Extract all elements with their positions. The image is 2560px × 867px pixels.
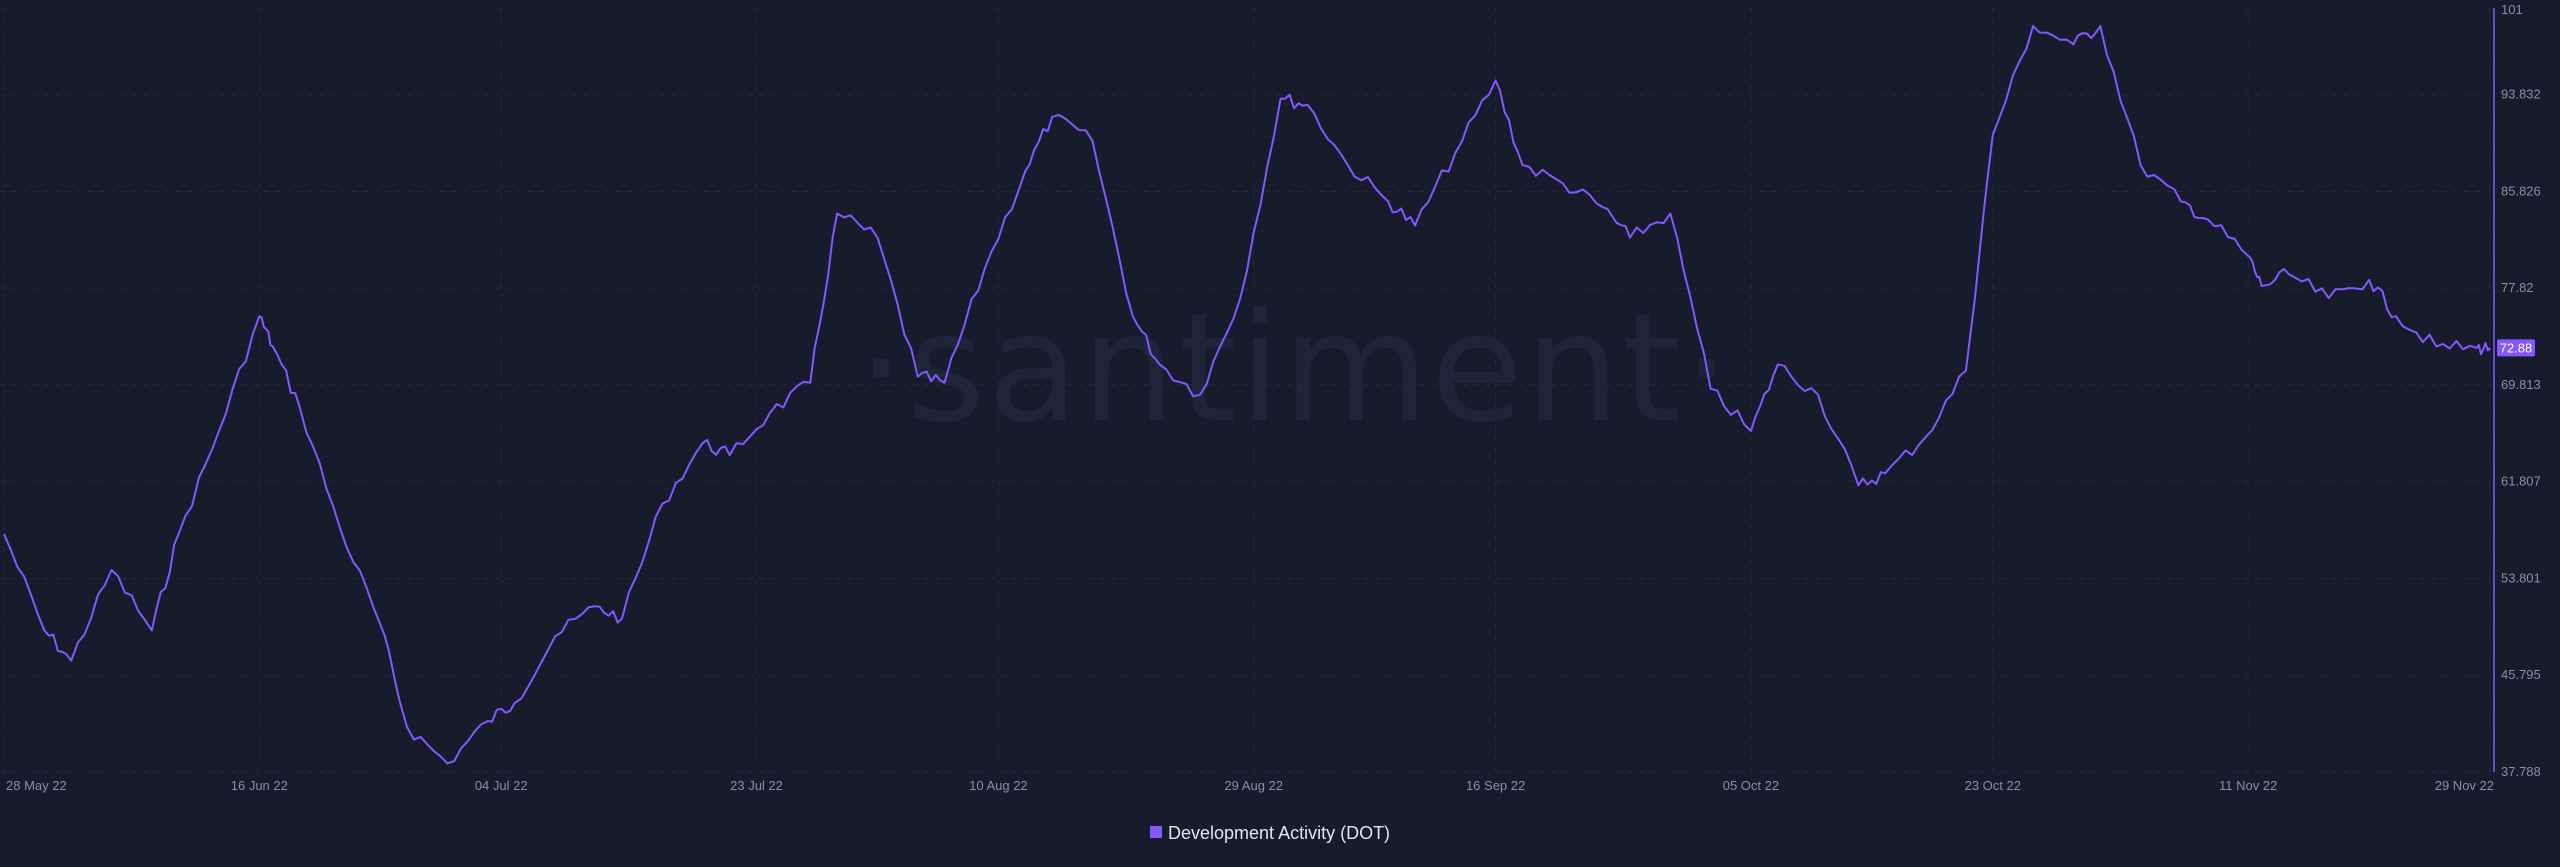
santiment-watermark: ·santiment· [857,282,1732,456]
legend-swatch [1150,826,1162,838]
chart: ·santiment· 101 93.832 85.826 77.82 69.813 61… [0,2,2541,843]
legend-label: Development Activity (DOT) [1168,823,1390,843]
x-tick-label: 23 Oct 22 [1965,778,2021,793]
y-tick-label: 77.82 [2501,280,2534,295]
x-tick-label: 29 Aug 22 [1224,778,1283,793]
legend[interactable]: Development Activity (DOT) [1150,823,1390,843]
x-tick-label: 04 Jul 22 [475,778,528,793]
x-tick-label: 11 Nov 22 [2219,778,2277,793]
y-tick-label: 61.807 [2501,474,2541,489]
y-tick-label: 85.826 [2501,183,2541,198]
y-axis-ticks: 101 93.832 85.826 77.82 69.813 61.807 53.801 45… [2501,2,2541,779]
x-tick-label: 16 Sep 22 [1466,778,1525,793]
y-tick-label: 93.832 [2501,87,2541,102]
y-tick-label: 101 [2501,2,2523,17]
y-tick-label: 45.795 [2501,667,2541,682]
last-value-label: 72.88 [2500,340,2533,355]
x-tick-label: 05 Oct 22 [1723,778,1779,793]
x-axis-ticks: 28 May 22 16 Jun 22 04 Jul 22 23 Jul 22 10 A… [6,778,2494,793]
x-tick-label: 10 Aug 22 [969,778,1028,793]
x-tick-label: 28 May 22 [6,778,67,793]
y-tick-label: 53.801 [2501,570,2541,585]
x-tick-label: 16 Jun 22 [231,778,288,793]
last-value-badge: 72.88 [2497,339,2535,357]
y-tick-label: 37.788 [2501,764,2541,779]
y-tick-label: 69.813 [2501,377,2541,392]
x-tick-label: 29 Nov 22 [2435,778,2494,793]
x-tick-label: 23 Jul 22 [730,778,783,793]
